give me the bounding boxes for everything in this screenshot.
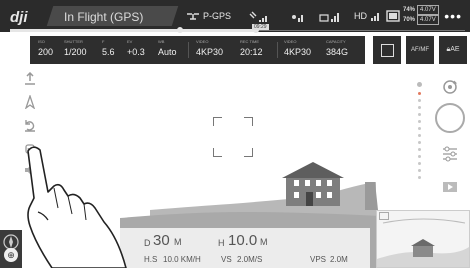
hand-illustration — [27, 146, 127, 268]
